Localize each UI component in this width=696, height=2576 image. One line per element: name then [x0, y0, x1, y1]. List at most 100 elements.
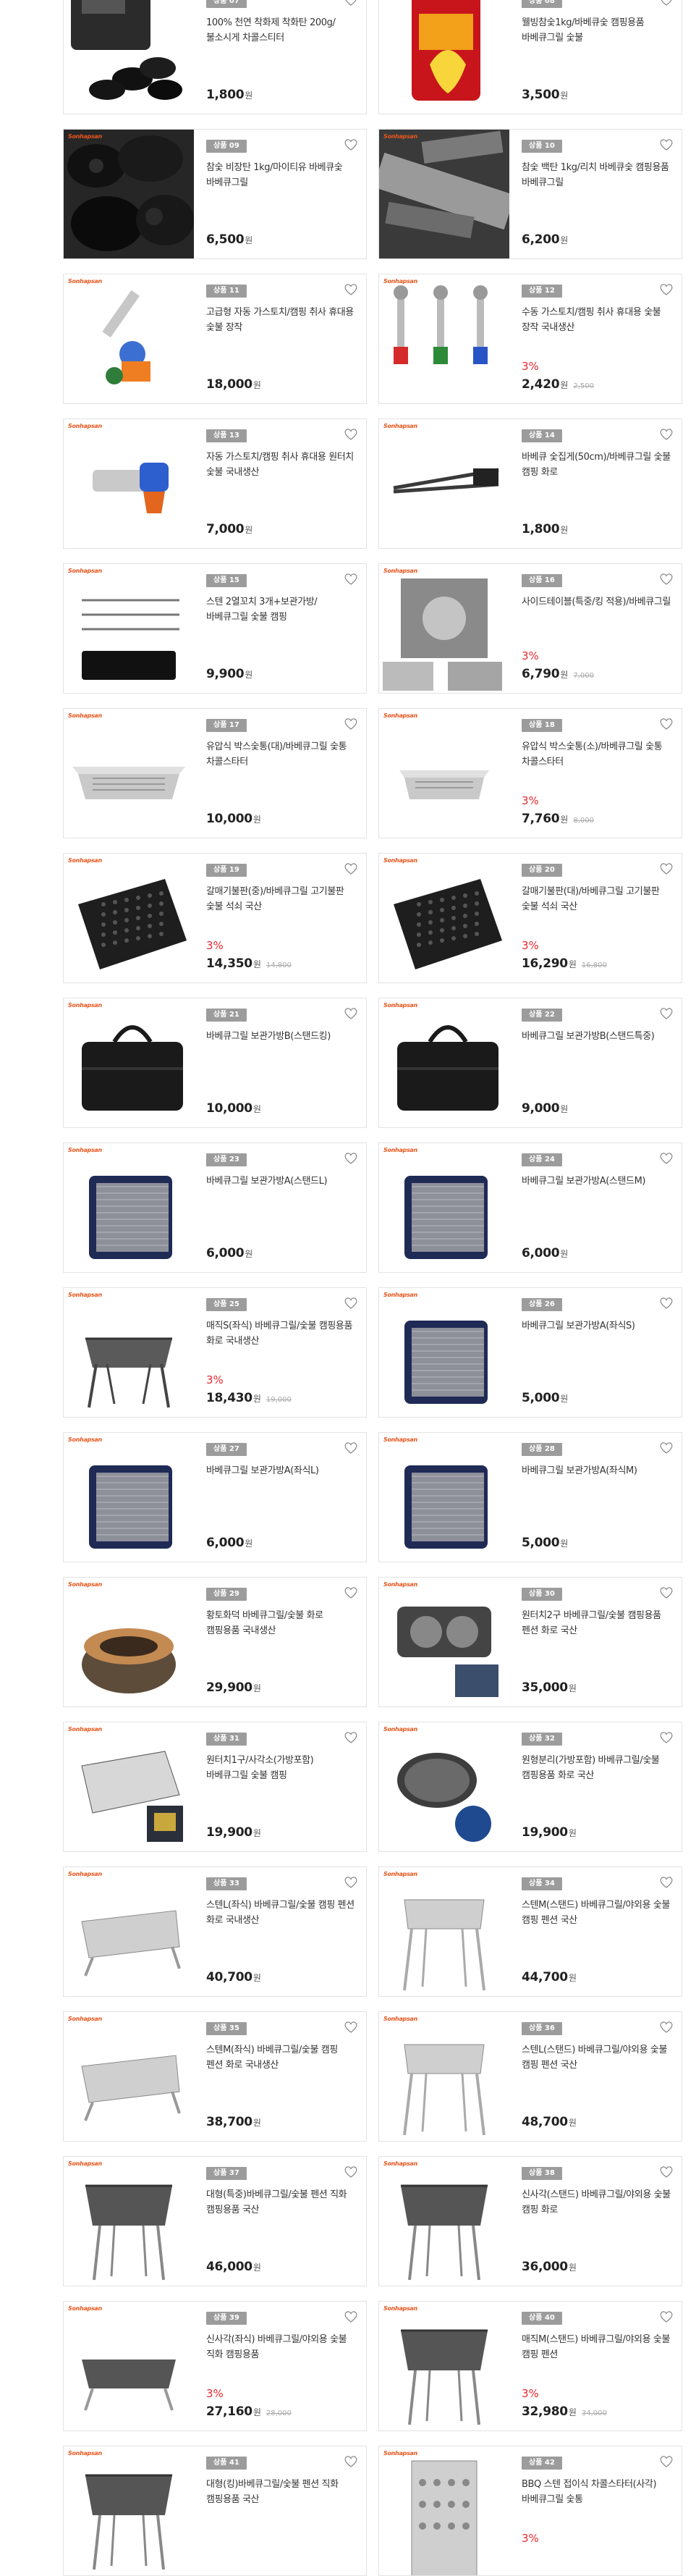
product-name-link[interactable]: 수동 가스토치/캠핑 취사 휴대용 숯불 장작 국내생산: [522, 305, 672, 335]
product-name-link[interactable]: 자동 가스토치/캠핑 취사 휴대용 원터치 숯불 국내생산: [206, 450, 357, 480]
product-image[interactable]: Sonhapsan: [379, 998, 509, 1127]
product-card[interactable]: Sonhapsan 상품 14 바베큐 숯집게(50cm)/바베큐그릴 숯불 캠핑 …: [378, 418, 682, 549]
wishlist-heart-icon[interactable]: [344, 2310, 358, 2323]
product-name-link[interactable]: 참숯 백탄 1kg/리치 바베큐숯 캠핑용품 바베큐그릴: [522, 160, 672, 190]
product-image[interactable]: Sonhapsan: [64, 709, 194, 838]
product-image[interactable]: Sonhapsan: [379, 1867, 509, 1996]
wishlist-heart-icon[interactable]: [344, 862, 358, 875]
wishlist-heart-icon[interactable]: [659, 2021, 674, 2034]
wishlist-heart-icon[interactable]: [344, 1152, 358, 1165]
product-card[interactable]: Sonhapsan 상품 10 참숯 백탄 1kg/리치 바베큐숯 캠핑용품 바베큐…: [378, 129, 682, 259]
product-image[interactable]: Sonhapsan: [64, 854, 194, 982]
product-image[interactable]: Sonhapsan: [379, 1578, 509, 1706]
product-image[interactable]: Sonhapsan: [379, 1433, 509, 1562]
product-name-link[interactable]: 바베큐그릴 보관가방A(스탠드L): [206, 1174, 357, 1189]
wishlist-heart-icon[interactable]: [659, 2310, 674, 2323]
product-name-link[interactable]: 바베큐그릴 보관가방B(스탠드킹): [206, 1029, 357, 1044]
wishlist-heart-icon[interactable]: [344, 1007, 358, 1020]
product-card[interactable]: Sonhapsan 상품 36 스텐L(스탠드) 바베큐그릴/야외용 숯불 캠핑 펜…: [378, 2011, 682, 2142]
product-image[interactable]: Sonhapsan: [64, 2302, 194, 2430]
product-name-link[interactable]: 스텐L(좌식) 바베큐그릴/숯불 캠핑 펜션 화로 국내생산: [206, 1898, 357, 1928]
product-image[interactable]: Sonhapsan: [64, 419, 194, 548]
product-name-link[interactable]: 바베큐그릴 보관가방A(스탠드M): [522, 1174, 672, 1189]
wishlist-heart-icon[interactable]: [344, 573, 358, 586]
product-card[interactable]: Sonhapsan 상품 28 바베큐그릴 보관가방A(좌식M) 5,000원: [378, 1432, 682, 1562]
wishlist-heart-icon[interactable]: [659, 1876, 674, 1889]
product-card[interactable]: Sonhapsan 상품 18 유압식 박스숯통(소)/바베큐그릴 숯통 차콜스타터…: [378, 708, 682, 838]
product-name-link[interactable]: 웰빙참숯1kg/바베큐숯 캠핑용품 바베큐그릴 숯불: [522, 15, 672, 46]
product-image[interactable]: Sonhapsan: [64, 1288, 194, 1417]
product-card[interactable]: Sonhapsan 상품 26 바베큐그릴 보관가방A(좌식S) 5,000원: [378, 1287, 682, 1418]
wishlist-heart-icon[interactable]: [659, 1007, 674, 1020]
product-name-link[interactable]: 고급형 자동 가스토치/캠핑 취사 휴대용 숯불 장작: [206, 305, 357, 335]
product-name-link[interactable]: 매직S(좌식) 바베큐그릴/숯불 캠핑용품 화로 국내생산: [206, 1318, 357, 1349]
product-name-link[interactable]: 바베큐그릴 보관가방A(좌식M): [522, 1463, 672, 1478]
product-image[interactable]: Sonhapsan: [64, 1578, 194, 1706]
product-image[interactable]: Sonhapsan: [64, 1867, 194, 1996]
wishlist-heart-icon[interactable]: [344, 2455, 358, 2468]
product-name-link[interactable]: 바베큐 숯집게(50cm)/바베큐그릴 숯불 캠핑 화로: [522, 450, 672, 480]
product-card[interactable]: Sonhapsan 상품 24 바베큐그릴 보관가방A(스탠드M) 6,000원: [378, 1142, 682, 1273]
wishlist-heart-icon[interactable]: [659, 573, 674, 586]
product-name-link[interactable]: 원터치2구 바베큐그릴/숯불 캠핑용품 펜션 화로 국산: [522, 1608, 672, 1638]
product-name-link[interactable]: 사이드테이블(특중/킹 적용)/바베큐그릴: [522, 594, 672, 610]
product-image[interactable]: Sonhapsan: [379, 419, 509, 548]
product-image[interactable]: Sonhapsan: [379, 130, 509, 258]
product-image[interactable]: Sonhapsan: [379, 2157, 509, 2286]
product-card[interactable]: Sonhapsan 상품 25 매직S(좌식) 바베큐그릴/숯불 캠핑용품 화로 국…: [63, 1287, 367, 1418]
wishlist-heart-icon[interactable]: [659, 0, 674, 7]
product-card[interactable]: Sonhapsan 상품 22 바베큐그릴 보관가방B(스탠드특중) 9,000원: [378, 998, 682, 1128]
product-card[interactable]: Sonhapsan 상품 27 바베큐그릴 보관가방A(좌식L) 6,000원: [63, 1432, 367, 1562]
product-card[interactable]: Sonhapsan 상품 42 BBQ 스텐 접이식 차콜스타터(사각) 바베큐그릴…: [378, 2446, 682, 2576]
product-card[interactable]: Sonhapsan 상품 23 바베큐그릴 보관가방A(스탠드L) 6,000원: [63, 1142, 367, 1273]
product-card[interactable]: Sonhapsan 상품 17 유압식 박스숯통(대)/바베큐그릴 숯통 차콜스타터…: [63, 708, 367, 838]
product-name-link[interactable]: 스텐M(스탠드) 바베큐그릴/야외용 숯불 캠핑 펜션 국산: [522, 1898, 672, 1928]
product-card[interactable]: Sonhapsan 상품 07 100% 천연 착화제 착화탄 200g/불소시게 …: [63, 0, 367, 114]
product-name-link[interactable]: 바베큐그릴 보관가방B(스탠드특중): [522, 1029, 672, 1044]
product-image[interactable]: Sonhapsan: [64, 1143, 194, 1272]
product-image[interactable]: Sonhapsan: [379, 1288, 509, 1417]
product-name-link[interactable]: 참숯 비장탄 1kg/마이티유 바베큐숯 바베큐그릴: [206, 160, 357, 190]
wishlist-heart-icon[interactable]: [659, 1441, 674, 1455]
product-image[interactable]: Sonhapsan: [379, 709, 509, 838]
product-name-link[interactable]: 100% 천연 착화제 착화탄 200g/불소시게 차콜스티터: [206, 15, 357, 46]
product-card[interactable]: Sonhapsan 상품 09 참숯 비장탄 1kg/마이티유 바베큐숯 바베큐그릴…: [63, 129, 367, 259]
product-card[interactable]: Sonhapsan 상품 08 웰빙참숯1kg/바베큐숯 캠핑용품 바베큐그릴 숯불…: [378, 0, 682, 114]
wishlist-heart-icon[interactable]: [659, 2455, 674, 2468]
wishlist-heart-icon[interactable]: [659, 717, 674, 731]
product-image[interactable]: Sonhapsan: [379, 854, 509, 982]
wishlist-heart-icon[interactable]: [659, 138, 674, 151]
product-name-link[interactable]: 원형분리(가방포함) 바베큐그릴/숯불 캠핑용품 화로 국산: [522, 1753, 672, 1783]
wishlist-heart-icon[interactable]: [344, 2021, 358, 2034]
product-image[interactable]: Sonhapsan: [64, 564, 194, 693]
product-card[interactable]: Sonhapsan 상품 20 갈매기불판(대)/바베큐그릴 고기불판 숯불 석쇠 …: [378, 853, 682, 983]
product-image[interactable]: Sonhapsan: [379, 2012, 509, 2141]
product-image[interactable]: Sonhapsan: [64, 130, 194, 258]
product-name-link[interactable]: 신사각(스탠드) 바베큐그릴/야외용 숯불 캠핑 화로: [522, 2187, 672, 2218]
product-name-link[interactable]: BBQ 스텐 접이식 차콜스타터(사각) 바베큐그릴 숯통: [522, 2477, 672, 2507]
product-name-link[interactable]: 황토화덕 바베큐그릴/숯불 화로 캠핑용품 국내생산: [206, 1608, 357, 1638]
product-image[interactable]: Sonhapsan: [379, 0, 509, 114]
product-card[interactable]: Sonhapsan 상품 11 고급형 자동 가스토치/캠핑 취사 휴대용 숯불 장…: [63, 274, 367, 404]
product-card[interactable]: Sonhapsan 상품 19 갈매기불판(중)/바베큐그릴 고기불판 숯불 석쇠 …: [63, 853, 367, 983]
wishlist-heart-icon[interactable]: [344, 283, 358, 296]
product-card[interactable]: Sonhapsan 상품 38 신사각(스탠드) 바베큐그릴/야외용 숯불 캠핑 화…: [378, 2156, 682, 2286]
product-image[interactable]: Sonhapsan: [64, 1722, 194, 1851]
product-card[interactable]: Sonhapsan 상품 32 원형분리(가방포함) 바베큐그릴/숯불 캠핑용품 화…: [378, 1722, 682, 1852]
product-image[interactable]: Sonhapsan: [379, 1143, 509, 1272]
product-name-link[interactable]: 신사각(좌식) 바베큐그릴/야외용 숯불 직화 캠핑용품: [206, 2332, 357, 2362]
product-image[interactable]: Sonhapsan: [379, 2302, 509, 2430]
wishlist-heart-icon[interactable]: [344, 1297, 358, 1310]
product-card[interactable]: Sonhapsan 상품 30 원터치2구 바베큐그릴/숯불 캠핑용품 펜션 화로 …: [378, 1577, 682, 1707]
product-name-link[interactable]: 원터치1구/사각소(가방포함) 바베큐그릴 숯불 캠핑: [206, 1753, 357, 1783]
wishlist-heart-icon[interactable]: [344, 0, 358, 7]
wishlist-heart-icon[interactable]: [344, 138, 358, 151]
wishlist-heart-icon[interactable]: [659, 428, 674, 441]
wishlist-heart-icon[interactable]: [659, 2165, 674, 2179]
product-name-link[interactable]: 갈매기불판(대)/바베큐그릴 고기불판 숯불 석쇠 국산: [522, 884, 672, 914]
product-image[interactable]: Sonhapsan: [379, 274, 509, 403]
product-name-link[interactable]: 바베큐그릴 보관가방A(좌식S): [522, 1318, 672, 1334]
product-name-link[interactable]: 스텐M(좌식) 바베큐그릴/숯불 캠핑 펜션 화로 국내생산: [206, 2042, 357, 2073]
product-image[interactable]: Sonhapsan: [64, 1433, 194, 1562]
product-image[interactable]: Sonhapsan: [64, 2157, 194, 2286]
